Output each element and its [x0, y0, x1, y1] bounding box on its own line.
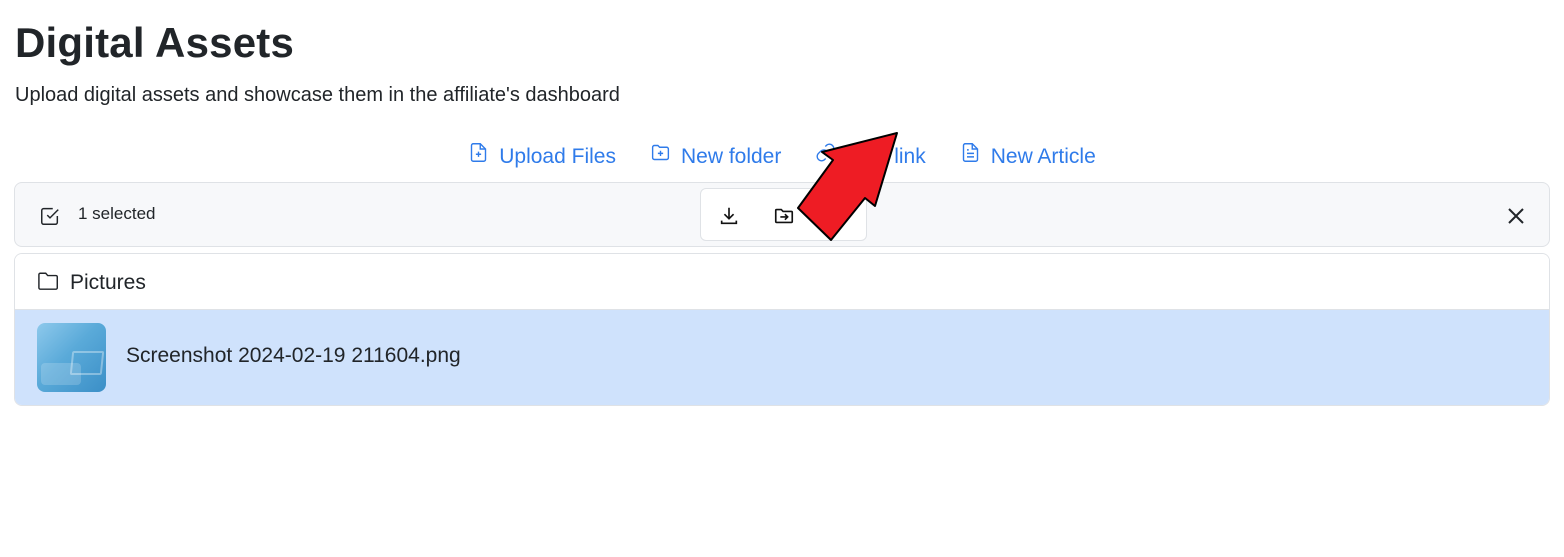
- folder-icon: [37, 271, 59, 291]
- download-button[interactable]: [718, 205, 740, 227]
- file-text-icon: [960, 142, 981, 172]
- close-icon: [1507, 208, 1525, 229]
- new-article-label: New Article: [990, 145, 1096, 168]
- list-item[interactable]: Screenshot 2024-02-19 211604.png: [15, 310, 1549, 405]
- delete-button[interactable]: [827, 205, 849, 227]
- new-article-button[interactable]: New Article: [960, 142, 1096, 172]
- file-plus-icon: [468, 142, 489, 172]
- page-title: Digital Assets: [15, 19, 294, 66]
- clear-selection-button[interactable]: [1507, 207, 1525, 225]
- check-square-icon[interactable]: [39, 205, 61, 227]
- link-icon: [815, 142, 836, 172]
- list-item[interactable]: Pictures: [15, 254, 1549, 310]
- action-bar: Upload Files New folder New link New Art…: [0, 142, 1564, 172]
- file-name: Screenshot 2024-02-19 211604.png: [126, 344, 461, 367]
- upload-files-label: Upload Files: [499, 145, 616, 168]
- selection-bar: 1 selected: [14, 182, 1550, 247]
- new-folder-button[interactable]: New folder: [650, 142, 781, 172]
- folder-move-icon: [773, 208, 795, 231]
- upload-files-button[interactable]: Upload Files: [468, 142, 616, 172]
- folder-name: Pictures: [70, 271, 146, 294]
- new-link-label: New link: [846, 145, 926, 168]
- folder-plus-icon: [650, 142, 671, 172]
- selection-count: 1 selected: [78, 204, 156, 223]
- asset-list: Pictures Screenshot 2024-02-19 211604.pn…: [14, 253, 1550, 406]
- bulk-action-toolbar: [700, 188, 867, 241]
- trash-icon: [827, 207, 849, 231]
- new-link-button[interactable]: New link: [815, 142, 926, 172]
- file-thumbnail: [37, 323, 106, 392]
- move-to-folder-button[interactable]: [773, 205, 795, 227]
- new-folder-label: New folder: [680, 145, 782, 168]
- page-subtitle: Upload digital assets and showcase them …: [15, 84, 620, 106]
- download-icon: [718, 207, 740, 231]
